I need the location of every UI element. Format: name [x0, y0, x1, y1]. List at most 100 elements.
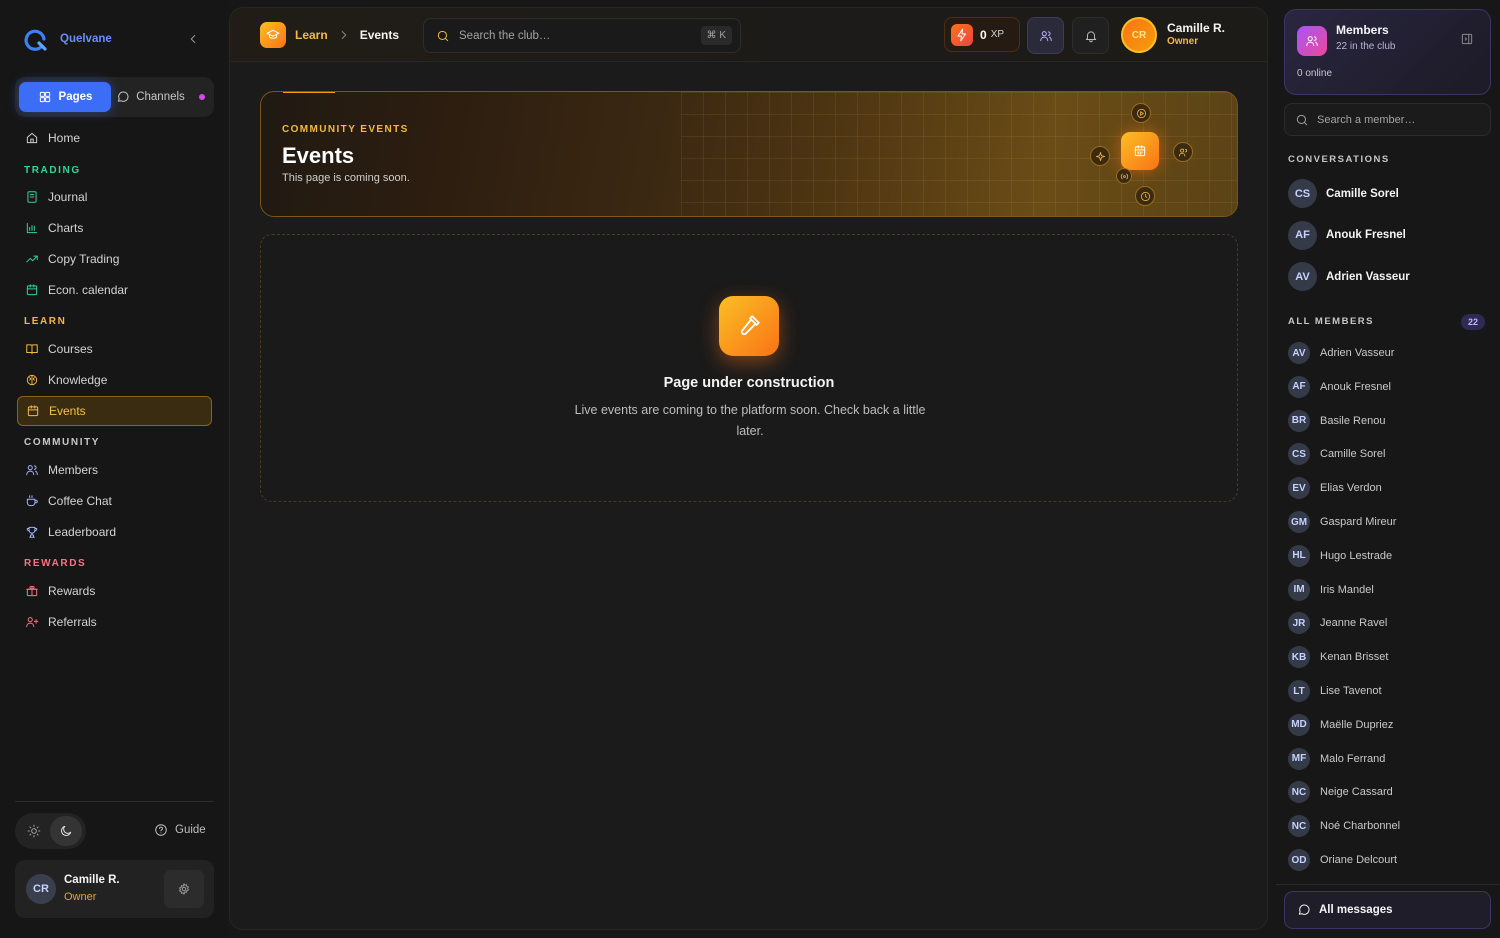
sidebar-mode-switch: Pages Channels — [15, 77, 214, 117]
clock-icon — [1135, 186, 1155, 206]
member-item[interactable]: HL Hugo Lestrade — [1288, 544, 1393, 567]
sidebar-item-home[interactable]: Home — [17, 123, 212, 153]
users-icon — [25, 463, 39, 477]
sidebar-item-courses[interactable]: Courses — [17, 334, 212, 364]
member-search-placeholder: Search a member… — [1317, 113, 1416, 126]
search-input[interactable]: Search the club… ⌘ K — [423, 18, 741, 53]
user-role: Owner — [64, 891, 97, 903]
collapse-panel-icon[interactable] — [1460, 32, 1474, 46]
dark-theme-button[interactable] — [50, 816, 82, 846]
tab-pages-label: Pages — [58, 91, 93, 103]
xp-counter[interactable]: 0 XP — [944, 17, 1020, 52]
user-menu-text: Camille R. Owner — [1167, 21, 1225, 49]
all-messages-button[interactable]: All messages — [1284, 891, 1491, 929]
journal-icon — [25, 190, 39, 204]
sidebar-item-journal[interactable]: Journal — [17, 182, 212, 212]
under-construction-panel: Page under construction Live events are … — [260, 234, 1238, 502]
conversation-name: Camille Sorel — [1326, 187, 1399, 200]
tab-channels[interactable]: Channels — [111, 90, 210, 104]
search-icon — [436, 29, 450, 43]
member-item[interactable]: OD Oriane Delcourt — [1288, 849, 1397, 871]
member-name: Neige Cassard — [1320, 786, 1393, 799]
sidebar-item-label: Knowledge — [48, 373, 108, 387]
member-name: Lise Tavenot — [1320, 685, 1382, 697]
breadcrumb: Learn Events — [260, 22, 399, 48]
member-item[interactable]: AV Adrien Vasseur — [1288, 342, 1394, 364]
member-item[interactable]: NC Noé Charbonnel — [1288, 815, 1400, 838]
member-item[interactable]: AF Anouk Fresnel — [1288, 375, 1391, 398]
member-name: Hugo Lestrade — [1320, 549, 1393, 562]
sidebar-item-coffee-chat[interactable]: Coffee Chat — [17, 486, 212, 516]
avatar: AV — [1288, 342, 1310, 364]
sidebar-item-knowledge[interactable]: Knowledge — [17, 365, 212, 395]
settings-button[interactable] — [164, 870, 204, 908]
sidebar-item-leaderboard[interactable]: Leaderboard — [17, 517, 212, 547]
member-item[interactable]: MF Malo Ferrand — [1288, 747, 1386, 770]
sidebar-item-label: Econ. calendar — [48, 283, 129, 297]
member-name: Jeanne Ravel — [1320, 617, 1388, 630]
sidebar-item-charts[interactable]: Charts — [17, 213, 212, 243]
users-icon — [1297, 26, 1327, 56]
members-panel-button[interactable] — [1027, 17, 1064, 54]
sidebar-item-label: Rewards — [48, 584, 96, 598]
conversation-item[interactable]: AF Anouk Fresnel — [1288, 220, 1406, 250]
member-item[interactable]: CS Camille Sorel — [1288, 443, 1385, 466]
tab-pages[interactable]: Pages — [19, 82, 111, 112]
avatar: IM — [1288, 578, 1310, 601]
user-card[interactable]: CR Camille R. Owner — [15, 860, 214, 918]
member-item[interactable]: KB Kenan Brisset — [1288, 646, 1388, 669]
member-name: Malo Ferrand — [1320, 752, 1386, 765]
member-item[interactable]: GM Gaspard Mireur — [1288, 511, 1396, 533]
avatar: OD — [1288, 849, 1310, 871]
light-theme-button[interactable] — [18, 816, 50, 846]
sidebar-item-econ-calendar[interactable]: Econ. calendar — [17, 275, 212, 305]
notifications-button[interactable] — [1072, 17, 1109, 54]
conversation-item[interactable]: CS Camille Sorel — [1288, 179, 1399, 208]
book-icon — [25, 342, 39, 356]
search-placeholder: Search the club… — [459, 29, 551, 42]
member-search-input[interactable]: Search a member… — [1284, 103, 1491, 136]
sidebar-item-rewards[interactable]: Rewards — [17, 576, 212, 606]
collapse-chevron-icon[interactable] — [186, 32, 200, 46]
breadcrumb-learn[interactable]: Learn — [295, 28, 328, 42]
sparkle-icon — [1090, 146, 1110, 166]
page-kicker: COMMUNITY EVENTS — [282, 124, 409, 135]
graduation-cap-icon — [260, 22, 286, 48]
member-item[interactable]: LT Lise Tavenot — [1288, 680, 1382, 702]
section-trading: TRADING — [24, 165, 81, 176]
member-item[interactable]: NC Neige Cassard — [1288, 781, 1393, 804]
guide-link[interactable]: Guide — [154, 823, 206, 837]
sidebar-divider — [15, 801, 214, 802]
avatar: MF — [1288, 747, 1310, 770]
member-item[interactable]: MD Maëlle Dupriez — [1288, 713, 1393, 736]
user-menu[interactable]: CR Camille R. Owner — [1121, 17, 1225, 53]
calendar-icon — [25, 283, 39, 297]
sidebar-item-referrals[interactable]: Referrals — [17, 607, 212, 637]
left-sidebar: Quelvane Pages Channels Home TRADING Jou… — [0, 0, 228, 938]
sidebar-item-label: Copy Trading — [48, 252, 120, 266]
member-name: Anouk Fresnel — [1320, 380, 1391, 393]
sidebar-item-label: Courses — [48, 342, 93, 356]
users-icon — [1039, 29, 1053, 43]
brand[interactable]: Quelvane — [22, 26, 112, 52]
sidebar-item-copy-trading[interactable]: Copy Trading — [17, 244, 212, 274]
member-item[interactable]: EV Elias Verdon — [1288, 477, 1382, 500]
online-count: 0 online — [1297, 68, 1333, 79]
sidebar-item-events[interactable]: Events — [17, 396, 212, 426]
member-item[interactable]: BR Basile Renou — [1288, 409, 1385, 432]
members-panel: Members 22 in the club 0 online Search a… — [1276, 0, 1500, 938]
sidebar-item-members[interactable]: Members — [17, 455, 212, 485]
help-circle-icon — [154, 823, 168, 837]
avatar: CR — [26, 874, 56, 904]
user-name: Camille R. — [64, 874, 120, 886]
page-subtitle: This page is coming soon. — [282, 172, 410, 184]
member-item[interactable]: JR Jeanne Ravel — [1288, 612, 1388, 635]
all-messages-label: All messages — [1319, 904, 1393, 916]
conversation-item[interactable]: AV Adrien Vasseur — [1288, 262, 1410, 291]
member-item[interactable]: IM Iris Mandel — [1288, 578, 1374, 601]
avatar: AF — [1288, 375, 1310, 398]
user-role: Owner — [1167, 36, 1199, 47]
search-icon — [1295, 113, 1309, 127]
conversation-name: Adrien Vasseur — [1326, 270, 1410, 283]
top-bar: Learn Events Search the club… ⌘ K 0 XP C… — [230, 8, 1267, 62]
